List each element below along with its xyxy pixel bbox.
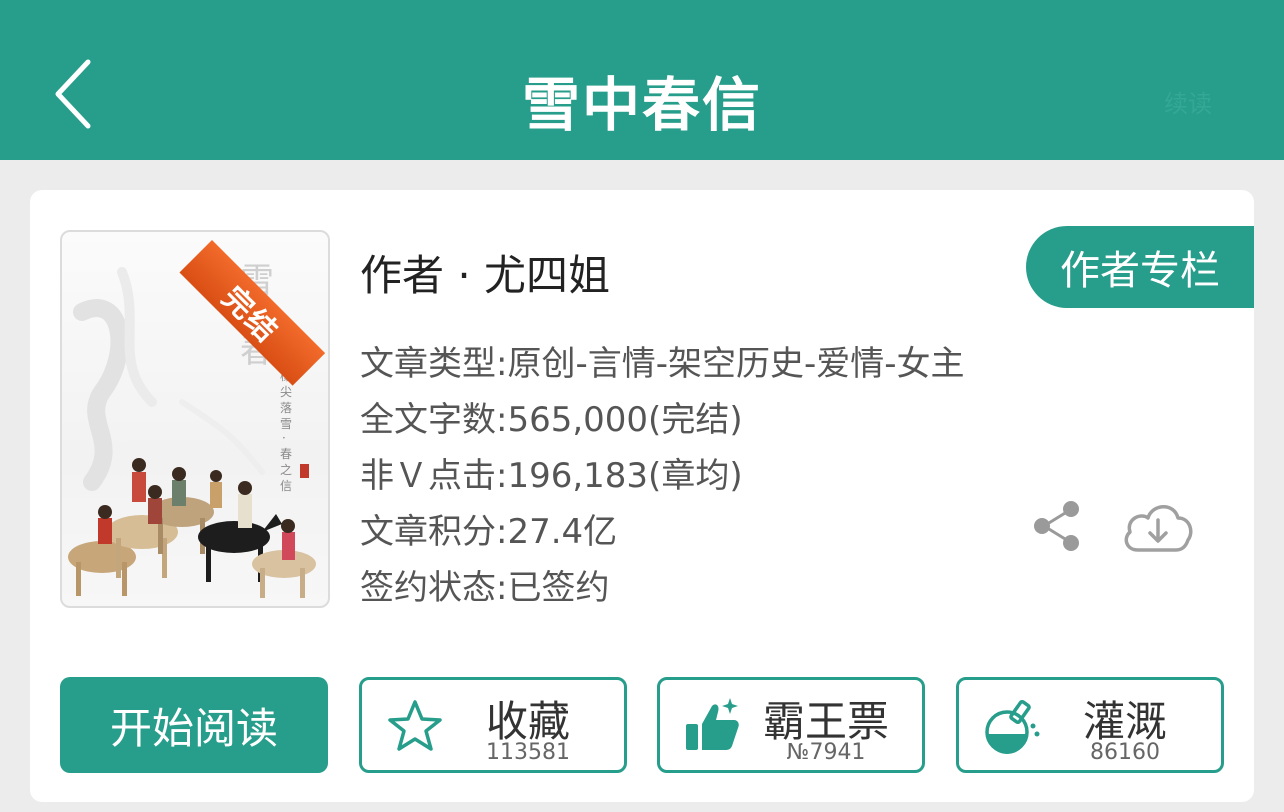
- header-faint-label: 续读: [1164, 90, 1212, 118]
- info-word-count: 全文字数:565,000(完结): [360, 400, 743, 440]
- bawangpiao-rank: №7941: [786, 740, 866, 765]
- favorite-count: 113581: [486, 740, 570, 765]
- book-card: 雪 中 春 檬尖落雪·春之信: [30, 190, 1254, 802]
- bawangpiao-button[interactable]: 霸王票 №7941: [657, 677, 925, 773]
- svg-text:尖: 尖: [280, 385, 292, 399]
- download-button[interactable]: [1120, 498, 1196, 554]
- info-genre: 文章类型:原创-言情-架空历史-爱情-女主: [360, 344, 965, 384]
- irrigate-button[interactable]: 灌溉 86160: [956, 677, 1224, 773]
- svg-text:之: 之: [280, 463, 292, 477]
- svg-text:落: 落: [280, 401, 292, 415]
- thumbs-up-icon: [686, 698, 739, 750]
- irrigate-count: 86160: [1090, 740, 1160, 765]
- favorite-button[interactable]: 收藏 113581: [359, 677, 627, 773]
- svg-text:信: 信: [280, 479, 292, 493]
- book-info: 文章类型:原创-言情-架空历史-爱情-女主 全文字数:565,000(完结) 非…: [360, 336, 965, 616]
- download-cloud-icon: [1124, 505, 1193, 552]
- info-contract: 签约状态:已签约: [360, 568, 610, 608]
- share-icon: [1034, 501, 1079, 551]
- info-clicks: 非Ｖ点击:196,183(章均): [360, 456, 743, 496]
- flask-icon: [985, 699, 1040, 754]
- book-cover[interactable]: 雪 中 春 檬尖落雪·春之信: [60, 230, 330, 608]
- author-column-button[interactable]: 作者专栏: [1026, 226, 1254, 308]
- start-reading-button[interactable]: 开始阅读: [60, 677, 328, 773]
- page-title: 雪中春信: [521, 71, 762, 139]
- svg-text:·: ·: [282, 431, 286, 445]
- info-score: 文章积分:27.4亿: [360, 512, 618, 552]
- svg-text:春: 春: [280, 447, 292, 461]
- svg-text:雪: 雪: [280, 417, 292, 431]
- author-name[interactable]: 作者 · 尤四姐: [360, 242, 610, 303]
- share-button[interactable]: [1032, 500, 1082, 552]
- top-bar: 雪中春信 续读: [0, 0, 1284, 160]
- star-icon: [388, 700, 442, 751]
